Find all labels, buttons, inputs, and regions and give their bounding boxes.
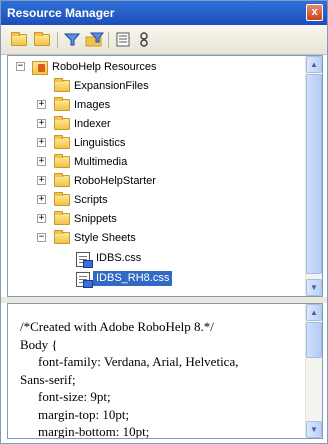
tree-item-label: Snippets <box>74 213 117 225</box>
expand-icon[interactable]: + <box>37 138 46 147</box>
folder-icon <box>54 135 70 152</box>
open-folder-icon[interactable] <box>11 32 28 47</box>
tree-item-folder[interactable]: + Images <box>8 96 300 115</box>
folder-icon <box>54 173 70 190</box>
expand-icon[interactable]: + <box>37 119 46 128</box>
tree-item-folder[interactable]: + RoboHelpStarter <box>8 172 300 191</box>
robohelp-project-icon <box>32 61 48 78</box>
link-icon[interactable] <box>138 32 155 47</box>
close-icon: x <box>311 6 318 18</box>
window-title: Resource Manager <box>7 6 115 20</box>
folder-icon <box>54 116 70 133</box>
code-line: Body { <box>20 336 58 352</box>
css-file-icon <box>76 252 93 270</box>
tree-item-label: RoboHelp Resources <box>52 61 157 73</box>
tree-item-label: Images <box>74 99 111 111</box>
toolbar-separator <box>108 32 109 48</box>
code-line: Sans-serif; <box>20 371 76 387</box>
tree-item-folder[interactable]: − Style Sheets <box>8 229 300 248</box>
tree-item-folder[interactable]: + Scripts <box>8 191 300 210</box>
code-line: /*Created with Adobe RoboHelp 8.*/ <box>20 319 214 334</box>
css-preview-text: /*Created with Adobe RoboHelp 8.*/ Body … <box>20 318 300 439</box>
expand-icon[interactable]: + <box>37 157 46 166</box>
folder-icon <box>54 211 70 228</box>
tree-item-label: Scripts <box>74 194 108 206</box>
tree-item-label: IDBS_RH8.css <box>93 271 173 286</box>
tree-item-folder[interactable]: + Indexer <box>8 115 300 134</box>
code-line: margin-bottom: 10pt; <box>38 424 150 439</box>
expand-icon[interactable]: + <box>37 176 46 185</box>
css-file-icon <box>76 272 93 290</box>
tree-item-file[interactable]: IDBS.css <box>8 249 300 268</box>
toolbar <box>1 25 327 55</box>
tree-item-label: Indexer <box>74 118 111 130</box>
preview-vertical-scrollbar[interactable]: ▲ ▼ <box>305 304 322 438</box>
folder-icon <box>54 192 70 209</box>
resource-manager-window: Resource Manager x − RoboHelp Resources … <box>0 0 328 444</box>
tree-item-file-selected[interactable]: IDBS_RH8.css <box>8 269 300 288</box>
filter-folder-icon[interactable] <box>85 32 105 47</box>
scroll-down-button[interactable]: ▼ <box>306 279 322 296</box>
folder-icon <box>54 154 70 171</box>
tree-item-label: RoboHelpStarter <box>74 175 156 187</box>
tree-item-folder[interactable]: ExpansionFiles <box>8 77 300 96</box>
tree-item-folder[interactable]: + Snippets <box>8 210 300 229</box>
tree-item-label: IDBS.css <box>96 252 142 264</box>
scroll-up-button[interactable]: ▲ <box>306 56 322 73</box>
tree-item-label: Linguistics <box>74 137 126 149</box>
scroll-up-button[interactable]: ▲ <box>306 304 322 321</box>
tree-item-label: Style Sheets <box>74 232 136 244</box>
tree-item-label: Multimedia <box>74 156 128 168</box>
code-line: font-size: 9pt; <box>38 389 111 404</box>
folder-icon <box>54 97 70 114</box>
scroll-thumb[interactable] <box>306 322 322 358</box>
expand-icon[interactable]: + <box>37 100 46 109</box>
tree-item-root[interactable]: − RoboHelp Resources <box>8 58 300 77</box>
code-line: margin-top: 10pt; <box>38 406 130 422</box>
collapse-icon[interactable]: − <box>37 233 46 242</box>
tree-vertical-scrollbar[interactable]: ▲ ▼ <box>305 56 322 296</box>
collapse-icon[interactable]: − <box>16 62 25 71</box>
css-preview-pane[interactable]: /*Created with Adobe RoboHelp 8.*/ Body … <box>7 303 323 439</box>
scroll-down-button[interactable]: ▼ <box>306 421 322 438</box>
open-folder-icon <box>54 230 70 247</box>
tree-item-label: ExpansionFiles <box>74 80 149 92</box>
expand-icon[interactable]: + <box>37 214 46 223</box>
tree-item-folder[interactable]: + Multimedia <box>8 153 300 172</box>
folder-icon <box>54 78 70 95</box>
tree-item-folder[interactable]: + Linguistics <box>8 134 300 153</box>
expand-icon[interactable]: + <box>37 195 46 204</box>
code-line: font-family: Verdana, Arial, Helvetica, <box>38 354 239 369</box>
title-bar[interactable]: Resource Manager x <box>1 1 327 25</box>
scroll-thumb[interactable] <box>306 74 322 274</box>
folder-icon[interactable] <box>34 32 51 47</box>
resource-tree[interactable]: − RoboHelp Resources ExpansionFiles + Im… <box>7 55 323 297</box>
properties-icon[interactable] <box>115 32 132 47</box>
close-button[interactable]: x <box>306 4 323 21</box>
filter-icon[interactable] <box>63 32 81 47</box>
toolbar-separator <box>57 32 58 48</box>
